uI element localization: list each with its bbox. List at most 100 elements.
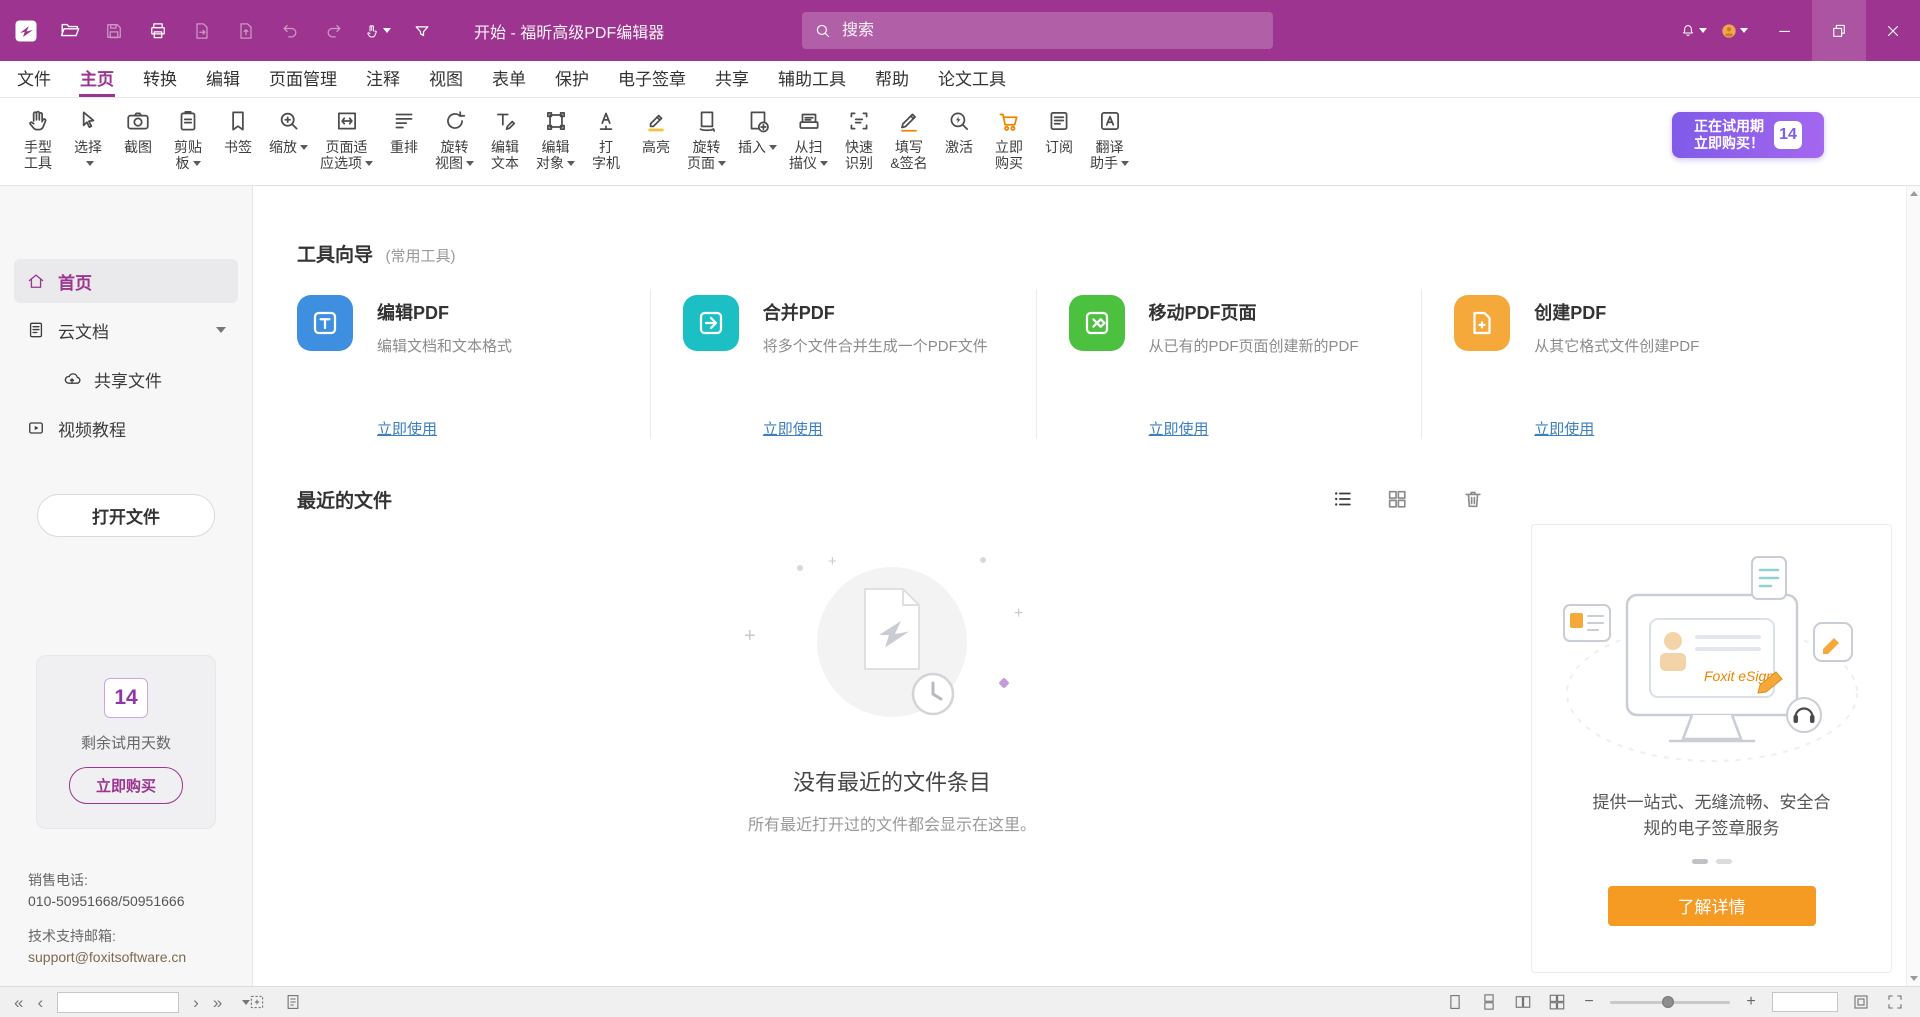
ribbon-tool-typewriter[interactable]: 打字机	[582, 108, 630, 171]
quick-access-customize-icon[interactable]	[408, 17, 435, 44]
save-icon[interactable]	[100, 17, 127, 44]
ribbon-tool-clipboard[interactable]: 剪贴板	[164, 108, 212, 171]
export-pdf-icon[interactable]	[188, 17, 215, 44]
undo-icon[interactable]	[276, 17, 303, 44]
open-file-icon[interactable]	[56, 17, 83, 44]
tool-card-edit-pdf[interactable]: 编辑PDF 编辑文档和文本格式 立即使用	[297, 289, 650, 439]
search-input[interactable]	[840, 21, 1261, 41]
user-avatar[interactable]	[1721, 17, 1748, 44]
ribbon-tool-rotate-pages[interactable]: 旋转页面	[682, 108, 731, 171]
use-now-link[interactable]: 立即使用	[1534, 418, 1594, 439]
global-search-box[interactable]	[802, 12, 1273, 49]
ribbon-tool-fit-page[interactable]: 页面适应选项	[315, 108, 378, 171]
sidebar-item-shared-files[interactable]: 共享文件	[50, 357, 238, 401]
continuous-view-button[interactable]	[1478, 991, 1500, 1013]
zoom-slider[interactable]	[1610, 1001, 1730, 1004]
touch-mode-icon[interactable]	[364, 17, 391, 44]
merge-pdf-icon	[683, 295, 739, 351]
trial-buy-now-badge[interactable]: 正在试用期 立即购买！ 14	[1672, 112, 1824, 158]
open-file-button[interactable]: 打开文件	[37, 494, 215, 537]
chevron-down-icon[interactable]	[216, 327, 226, 333]
menu-protect[interactable]: 保护	[554, 61, 590, 97]
sidebar-item-home[interactable]: 首页	[14, 259, 238, 303]
ribbon-tool-activate[interactable]: 激活	[935, 108, 983, 155]
minimize-button[interactable]	[1758, 0, 1812, 61]
sidebar-item-cloud-docs[interactable]: 云文档	[14, 308, 238, 352]
menu-help[interactable]: 帮助	[874, 61, 910, 97]
grid-view-button[interactable]	[1383, 485, 1411, 513]
learn-more-button[interactable]: 了解详情	[1608, 886, 1816, 926]
tool-card-move-pdf-pages[interactable]: 移动PDF页面 从已有的PDF页面创建新的PDF 立即使用	[1036, 289, 1422, 439]
clear-recent-trash-button[interactable]	[1459, 485, 1487, 513]
notifications-bell-icon[interactable]	[1680, 17, 1707, 44]
empty-document-icon	[853, 583, 931, 677]
menu-edit[interactable]: 编辑	[205, 61, 241, 97]
ribbon-tool-bookmark[interactable]: 书签	[214, 108, 262, 155]
ribbon-tool-rotate-view[interactable]: 旋转视图	[430, 108, 479, 171]
dropdown-caret-icon	[1740, 28, 1748, 33]
page-number-input[interactable]	[57, 992, 179, 1013]
redo-icon[interactable]	[320, 17, 347, 44]
zoom-slider-thumb[interactable]	[1662, 996, 1674, 1008]
ribbon-tool-edit-object[interactable]: 编辑对象	[531, 108, 580, 171]
ribbon-tool-subscribe[interactable]: 订阅	[1035, 108, 1083, 155]
fit-page-view-button[interactable]	[1850, 991, 1872, 1013]
use-now-link[interactable]: 立即使用	[763, 418, 823, 439]
menu-accessibility[interactable]: 辅助工具	[777, 61, 847, 97]
list-view-button[interactable]	[1329, 485, 1357, 513]
menu-share[interactable]: 共享	[714, 61, 750, 97]
restore-button[interactable]	[1812, 0, 1866, 61]
zoom-in-button[interactable]: +	[1742, 993, 1760, 1011]
tool-card-create-pdf[interactable]: 创建PDF 从其它格式文件创建PDF 立即使用	[1421, 289, 1807, 439]
ribbon-tool-hand[interactable]: 手型工具	[14, 108, 62, 171]
menu-form[interactable]: 表单	[491, 61, 527, 97]
ribbon-tool-zoom[interactable]: 缩放	[264, 108, 313, 155]
menu-home[interactable]: 主页	[79, 61, 115, 97]
ribbon-tool-highlight[interactable]: 高亮	[632, 108, 680, 155]
ribbon-tool-translate-assistant[interactable]: 翻译助手	[1085, 108, 1134, 171]
ribbon-tool-from-scanner[interactable]: 从扫描仪	[784, 108, 833, 171]
menu-paper-tools[interactable]: 论文工具	[937, 61, 1007, 97]
carousel-dot-1[interactable]	[1692, 859, 1708, 864]
close-button[interactable]	[1866, 0, 1920, 61]
trial-status-card: 14 剩余试用天数 立即购买	[36, 655, 216, 829]
dropdown-caret-icon	[718, 161, 726, 166]
use-now-link[interactable]: 立即使用	[1149, 418, 1209, 439]
select-text-tool-button[interactable]	[282, 991, 304, 1013]
menu-file[interactable]: 文件	[16, 61, 52, 97]
ribbon-tool-select[interactable]: 选择	[64, 108, 112, 171]
ribbon-tool-insert[interactable]: 插入	[733, 108, 782, 155]
snapshot-tool-button[interactable]	[246, 991, 268, 1013]
ribbon-tool-snapshot[interactable]: 截图	[114, 108, 162, 155]
menu-convert[interactable]: 转换	[142, 61, 178, 97]
single-page-view-button[interactable]	[1444, 991, 1466, 1013]
support-email-link[interactable]: support@foxitsoftware.cn	[28, 947, 186, 968]
ribbon-tool-fill-sign[interactable]: 填写&签名	[885, 108, 933, 171]
tool-card-merge-pdf[interactable]: 合并PDF 将多个文件合并生成一个PDF文件 立即使用	[650, 289, 1036, 439]
menu-comment[interactable]: 注释	[365, 61, 401, 97]
next-page-button[interactable]: ›	[193, 994, 199, 1011]
ribbon-tool-quick-ocr[interactable]: 快速识别	[835, 108, 883, 171]
buy-now-button[interactable]: 立即购买	[69, 767, 183, 804]
menu-esign[interactable]: 电子签章	[617, 61, 687, 97]
sidebar-item-video-tutorials[interactable]: 视频教程	[14, 406, 238, 450]
fullscreen-button[interactable]	[1884, 991, 1906, 1013]
use-now-link[interactable]: 立即使用	[377, 418, 437, 439]
menu-page-management[interactable]: 页面管理	[268, 61, 338, 97]
menu-view[interactable]: 视图	[428, 61, 464, 97]
ribbon-tool-buy-now[interactable]: 立即购买	[985, 108, 1033, 171]
vertical-scrollbar[interactable]	[1906, 186, 1920, 986]
first-page-button[interactable]: «	[14, 994, 23, 1011]
zoom-out-button[interactable]: −	[1580, 993, 1598, 1011]
prev-page-button[interactable]: ‹	[37, 994, 43, 1011]
dropdown-caret-icon	[300, 145, 308, 150]
ribbon-tool-reflow[interactable]: 重排	[380, 108, 428, 155]
print-icon[interactable]	[144, 17, 171, 44]
last-page-button[interactable]: »	[213, 994, 222, 1011]
carousel-dot-2[interactable]	[1716, 859, 1732, 864]
create-pdf-icon[interactable]	[232, 17, 259, 44]
ribbon-tool-edit-text[interactable]: 编辑文本	[481, 108, 529, 171]
facing-continuous-view-button[interactable]	[1546, 991, 1568, 1013]
facing-view-button[interactable]	[1512, 991, 1534, 1013]
zoom-level-input[interactable]	[1772, 992, 1838, 1012]
